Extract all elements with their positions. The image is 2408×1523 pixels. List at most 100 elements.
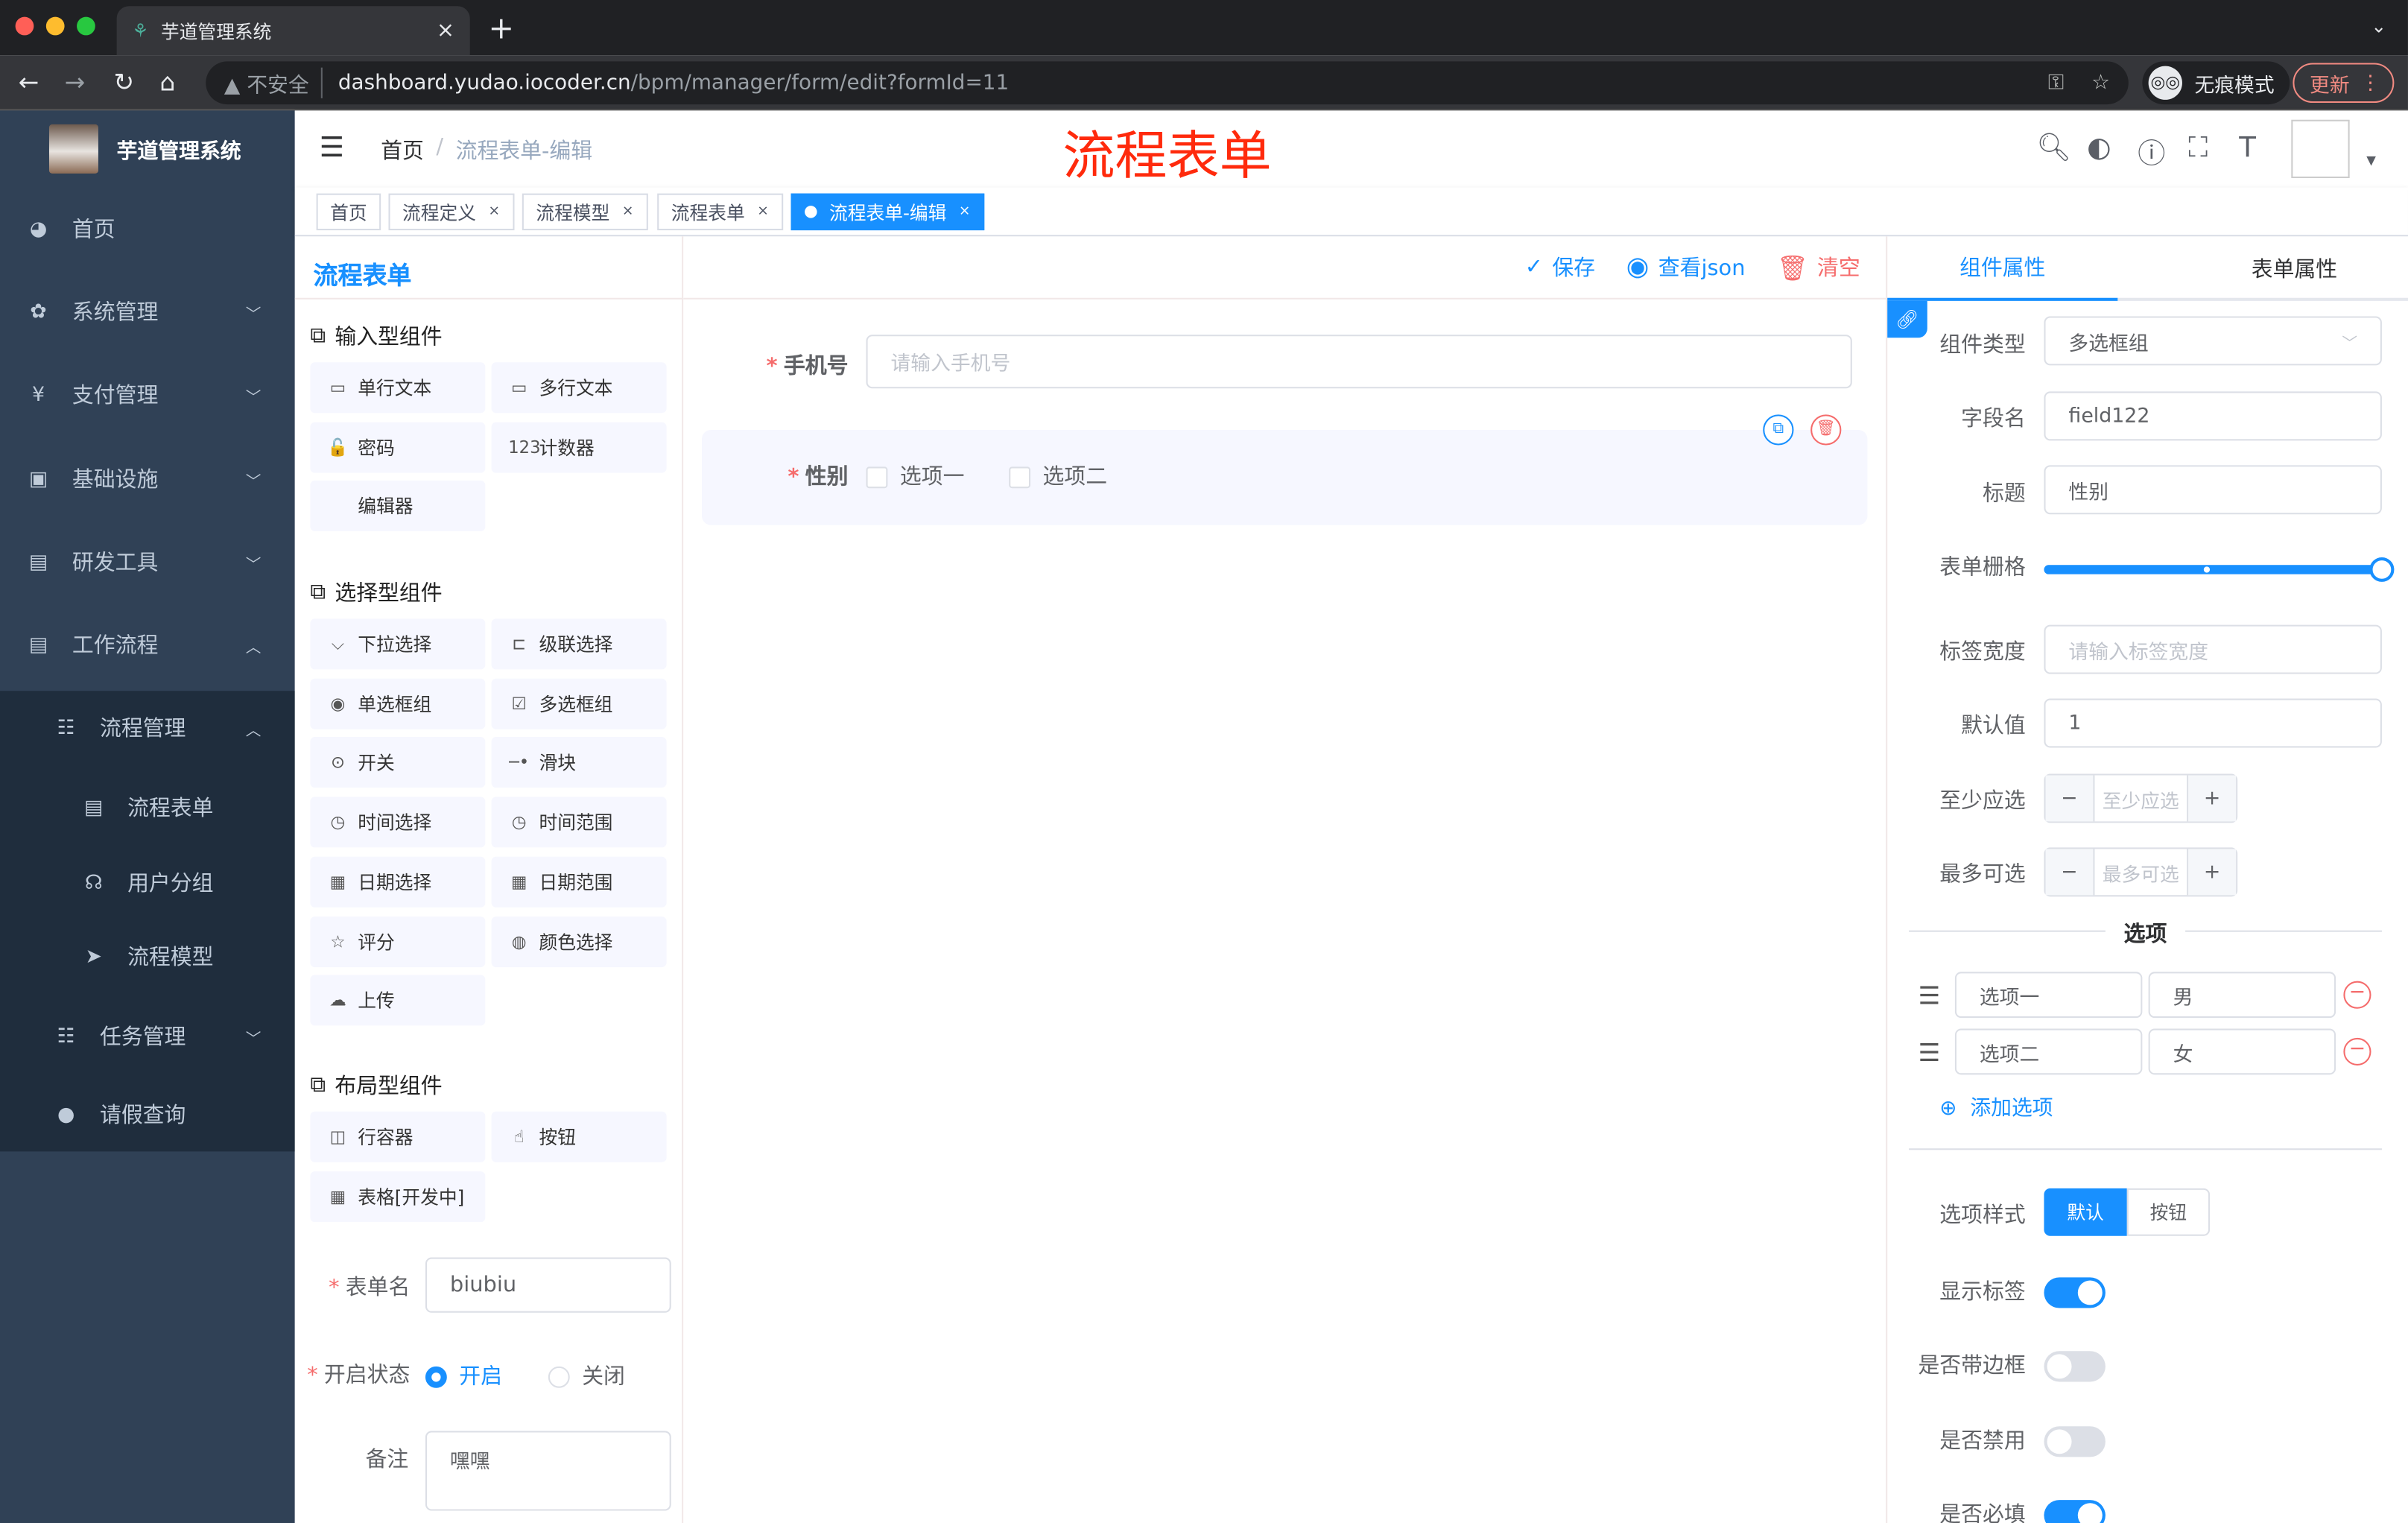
slider-handle[interactable]	[2369, 557, 2395, 582]
checkbox-option-1[interactable]: 选项一	[866, 460, 964, 491]
close-icon[interactable]: ×	[959, 204, 971, 220]
tab-form-props[interactable]: 表单属性	[2179, 236, 2408, 301]
option-label-input[interactable]: 选项一	[1954, 972, 2143, 1019]
new-tab-button[interactable]: +	[488, 9, 514, 45]
sidebar-item-2[interactable]: ¥ 支付管理 ﹀	[0, 353, 295, 436]
palette-item[interactable]: 123 计数器	[491, 421, 667, 472]
close-icon[interactable]: ×	[488, 204, 500, 220]
add-option-button[interactable]: ⊕ 添加选项	[1939, 1090, 2053, 1121]
remark-textarea[interactable]: 嘿嘿	[425, 1431, 671, 1511]
update-button[interactable]: 更新 ⋮	[2293, 63, 2395, 104]
sidebar-item-6[interactable]: ☷ 流程管理 ︿	[0, 686, 295, 769]
palette-item[interactable]: ☆ 评分	[310, 916, 486, 967]
option-label-input[interactable]: 选项二	[1954, 1028, 2143, 1075]
save-button[interactable]: ✓ 保存	[1525, 252, 1595, 282]
border-switch[interactable]	[2044, 1351, 2106, 1382]
form-name-input[interactable]: biubiu	[425, 1257, 671, 1313]
checkbox-option-2[interactable]: 选项二	[1009, 460, 1107, 491]
palette-item[interactable]: 🔓 密码	[310, 421, 486, 472]
clear-button[interactable]: 🗑︎ 清空	[1777, 252, 1860, 282]
decrement-button[interactable]: −	[2045, 849, 2094, 896]
tag-process-form-edit[interactable]: 流程表单-编辑 ×	[790, 193, 985, 231]
more-icon[interactable]: ⋮	[2360, 72, 2380, 95]
title-input[interactable]: 性别	[2044, 465, 2382, 515]
show-label-switch[interactable]	[2044, 1277, 2106, 1308]
remove-option-icon[interactable]: −	[2343, 981, 2371, 1009]
sidebar-item-4[interactable]: ▤ 研发工具 ﹀	[0, 521, 295, 604]
sidebar-item-1[interactable]: ✿ 系统管理 ﹀	[0, 270, 295, 353]
active-form-item[interactable]: * 性别 选项一 选项二	[701, 429, 1868, 525]
minimize-window-button[interactable]	[45, 16, 65, 36]
palette-item[interactable]: 编辑器	[310, 481, 486, 532]
field-name-input[interactable]: field122	[2044, 391, 2382, 441]
palette-item[interactable]: ▦ 日期选择	[310, 856, 486, 908]
palette-item[interactable]: ◍ 颜色选择	[491, 916, 667, 967]
home-icon[interactable]: ⌂	[159, 68, 175, 97]
status-on-radio[interactable]: 开启	[425, 1361, 502, 1391]
back-icon[interactable]: ←	[19, 68, 39, 97]
palette-item[interactable]: ☑ 多选框组	[491, 678, 667, 729]
remove-option-icon[interactable]: −	[2343, 1037, 2371, 1066]
tag-process-model[interactable]: 流程模型 ×	[522, 193, 647, 231]
url-field[interactable]: ▲ 不安全 dashboard.yudao.iocoder.cn/bpm/man…	[206, 61, 2129, 105]
close-tab-icon[interactable]: ×	[437, 19, 454, 43]
palette-item[interactable]: ◷ 时间范围	[491, 797, 667, 848]
palette-item[interactable]: ▦ 表格[开发中]	[310, 1171, 486, 1222]
min-stepper[interactable]: − 至少应选 +	[2044, 773, 2238, 823]
label-width-input[interactable]: 请输入标签宽度	[2044, 624, 2382, 674]
component-type-select[interactable]: 多选框组 ﹀	[2044, 316, 2382, 366]
drag-handle-icon[interactable]: ☰	[1918, 981, 1940, 1010]
help-icon[interactable]: ⓘ	[2138, 132, 2165, 172]
default-value-input[interactable]: 1	[2044, 698, 2382, 748]
palette-item[interactable]: ☁ 上传	[310, 975, 486, 1026]
palette-item[interactable]: ▭ 单行文本	[310, 362, 486, 414]
palette-item[interactable]: ◉ 单选框组	[310, 678, 486, 729]
palette-item[interactable]: ☝ 按钮	[491, 1111, 667, 1162]
option-value-input[interactable]: 男	[2148, 972, 2336, 1019]
palette-item[interactable]: ▦ 日期范围	[491, 856, 667, 908]
sidebar-item-7[interactable]: ▤ 流程表单	[0, 766, 295, 849]
copy-item-icon[interactable]: ⧉	[1763, 414, 1794, 446]
caret-down-icon[interactable]: ▼	[2366, 153, 2376, 168]
github-icon[interactable]: ◐	[2087, 132, 2111, 164]
forward-icon[interactable]: →	[65, 68, 86, 97]
required-switch[interactable]	[2044, 1500, 2106, 1523]
drag-handle-icon[interactable]: ☰	[1918, 1038, 1940, 1067]
incognito-badge[interactable]: ◎◎ 无痕模式	[2142, 61, 2290, 105]
close-icon[interactable]: ×	[757, 204, 769, 220]
sidebar-logo[interactable]: 芋道管理系统	[0, 110, 295, 187]
increment-button[interactable]: +	[2188, 775, 2237, 822]
palette-item[interactable]: ◫ 行容器	[310, 1111, 486, 1162]
phone-input[interactable]: 请输入手机号	[866, 335, 1852, 389]
max-stepper[interactable]: − 最多可选 +	[2044, 847, 2238, 897]
breadcrumb-home[interactable]: 首页	[381, 135, 424, 165]
view-json-button[interactable]: ◉ 查看json	[1626, 252, 1746, 282]
sidebar-item-5[interactable]: ▤ 工作流程 ︿	[0, 604, 295, 686]
close-window-button[interactable]	[15, 16, 34, 36]
sidebar-item-11[interactable]: ● 请假查询	[0, 1073, 295, 1156]
tab-component-props[interactable]: 组件属性	[1887, 236, 2118, 301]
palette-item[interactable]: ▭ 多行文本	[491, 362, 667, 414]
sidebar-item-10[interactable]: ☷ 任务管理 ﹀	[0, 995, 295, 1077]
min-input[interactable]: 至少应选	[2093, 775, 2189, 822]
style-default-button[interactable]: 默认	[2044, 1188, 2127, 1236]
close-icon[interactable]: ×	[622, 204, 634, 220]
delete-item-icon[interactable]: 🗑︎	[1810, 414, 1842, 446]
grid-slider[interactable]	[2044, 557, 2395, 582]
fullscreen-icon[interactable]: ⛶	[2188, 132, 2208, 164]
tag-home[interactable]: 首页	[316, 193, 381, 231]
decrement-button[interactable]: −	[2045, 775, 2094, 822]
tab-search-icon[interactable]: ⌄	[2371, 16, 2386, 37]
tag-process-definition[interactable]: 流程定义 ×	[388, 193, 514, 231]
palette-item[interactable]: ◷ 时间选择	[310, 797, 486, 848]
maximize-window-button[interactable]	[77, 16, 95, 36]
status-off-radio[interactable]: 关闭	[548, 1361, 625, 1391]
disabled-switch[interactable]	[2044, 1426, 2106, 1457]
sidebar-item-3[interactable]: ▣ 基础设施 ﹀	[0, 437, 295, 520]
hamburger-icon[interactable]: ☰	[320, 132, 344, 164]
tag-process-form[interactable]: 流程表单 ×	[657, 193, 783, 231]
font-size-icon[interactable]: T	[2239, 132, 2256, 164]
max-input[interactable]: 最多可选	[2093, 849, 2189, 896]
palette-item[interactable]: ─• 滑块	[491, 737, 667, 788]
palette-item[interactable]: ⊏ 级联选择	[491, 618, 667, 670]
